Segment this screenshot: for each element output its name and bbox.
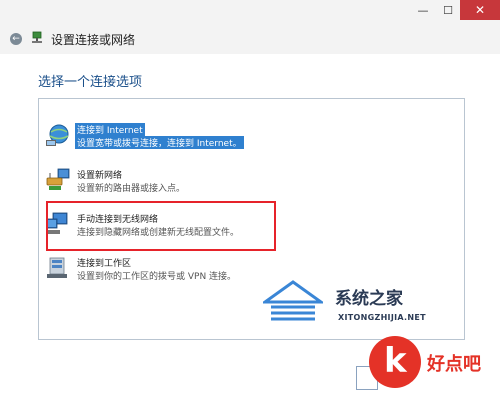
watermark-site-url: XITONGZHIJIA.NET bbox=[338, 313, 426, 322]
option-description: 设置宽带或拨号连接，连接到 Internet。 bbox=[75, 136, 244, 149]
logo-text: 好点吧 bbox=[427, 354, 481, 375]
close-button[interactable]: ✕ bbox=[460, 0, 500, 20]
dialog-window: — ☐ ✕ ← 设置连接或网络 选择一个连接选项 连接到 Internet 设置… bbox=[0, 0, 500, 400]
minimize-button[interactable]: — bbox=[410, 0, 436, 20]
network-setup-icon bbox=[32, 31, 42, 43]
router-setup-icon bbox=[46, 168, 70, 190]
option-description: 设置到你的工作区的拨号或 VPN 连接。 bbox=[77, 272, 237, 282]
workplace-vpn-icon bbox=[47, 257, 67, 278]
logo-letter: k bbox=[384, 341, 407, 381]
option-title: 连接到工作区 bbox=[77, 259, 132, 269]
page-heading: 选择一个连接选项 bbox=[38, 75, 143, 90]
option-connect-workplace[interactable]: 连接到工作区 设置到你的工作区的拨号或 VPN 连接。 bbox=[44, 254, 284, 292]
option-title: 设置新网络 bbox=[77, 171, 123, 181]
option-description: 设置新的路由器或接入点。 bbox=[77, 184, 186, 194]
option-setup-new-network[interactable]: 设置新网络 设置新的路由器或接入点。 bbox=[44, 166, 284, 204]
globe-network-icon bbox=[46, 124, 69, 146]
watermark-site-name: 系统之家 bbox=[335, 289, 403, 309]
maximize-button[interactable]: ☐ bbox=[436, 0, 460, 20]
title-bar: — ☐ ✕ bbox=[0, 0, 500, 24]
option-connect-internet[interactable]: 连接到 Internet 设置宽带或拨号连接，连接到 Internet。 bbox=[44, 121, 284, 159]
highlight-box bbox=[46, 201, 276, 251]
watermark-house-icon bbox=[263, 280, 323, 321]
window-title: 设置连接或网络 bbox=[51, 33, 136, 47]
option-title: 连接到 Internet bbox=[75, 123, 145, 136]
back-arrow-icon[interactable]: ← bbox=[10, 33, 22, 45]
